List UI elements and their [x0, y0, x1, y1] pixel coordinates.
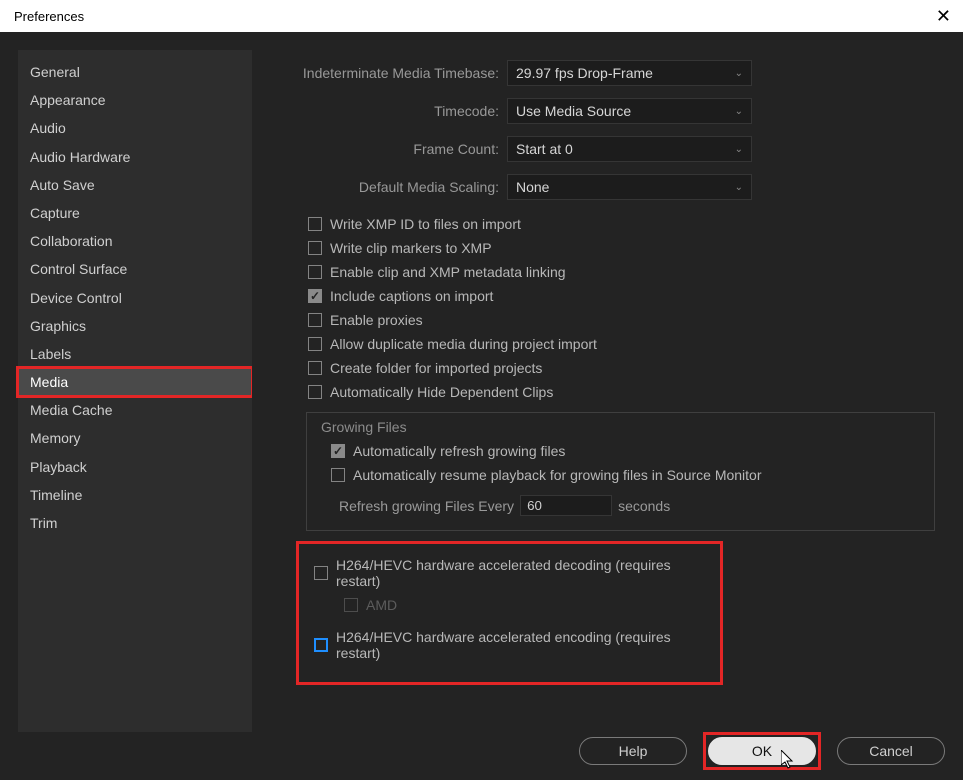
- footer: Help OK Cancel: [579, 734, 945, 768]
- dropdown-timebase-value: 29.97 fps Drop-Frame: [516, 65, 653, 81]
- sidebar-item-media-cache[interactable]: Media Cache: [18, 396, 252, 424]
- check-enable-link[interactable]: Enable clip and XMP metadata linking: [252, 260, 945, 284]
- row-scaling: Default Media Scaling: None ⌄: [252, 174, 945, 200]
- checkbox-icon[interactable]: [308, 265, 322, 279]
- sidebar-item-auto-save[interactable]: Auto Save: [18, 171, 252, 199]
- check-auto-refresh[interactable]: Automatically refresh growing files: [317, 439, 924, 463]
- sidebar-item-labels[interactable]: Labels: [18, 340, 252, 368]
- chevron-down-icon: ⌄: [735, 144, 743, 155]
- checkbox-icon[interactable]: [308, 337, 322, 351]
- growing-files-fieldset: Growing Files Automatically refresh grow…: [306, 412, 935, 531]
- check-hide-deps-label: Automatically Hide Dependent Clips: [330, 384, 553, 400]
- check-proxies-label: Enable proxies: [330, 312, 423, 328]
- check-create-folder-label: Create folder for imported projects: [330, 360, 542, 376]
- sidebar-item-graphics[interactable]: Graphics: [18, 312, 252, 340]
- titlebar: Preferences ✕: [0, 0, 963, 32]
- label-framecount: Frame Count:: [252, 141, 507, 157]
- checkbox-icon[interactable]: [308, 289, 322, 303]
- dropdown-framecount-value: Start at 0: [516, 141, 573, 157]
- checkbox-icon[interactable]: [331, 468, 345, 482]
- window-title: Preferences: [14, 9, 84, 24]
- chevron-down-icon: ⌄: [735, 68, 743, 79]
- checkbox-icon[interactable]: [308, 361, 322, 375]
- refresh-label-pre: Refresh growing Files Every: [339, 498, 514, 514]
- growing-files-legend: Growing Files: [317, 419, 924, 435]
- sidebar-item-device-control[interactable]: Device Control: [18, 284, 252, 312]
- main-panel: Indeterminate Media Timebase: 29.97 fps …: [252, 50, 945, 732]
- sidebar-item-capture[interactable]: Capture: [18, 199, 252, 227]
- check-xmp-id[interactable]: Write XMP ID to files on import: [252, 212, 945, 236]
- check-auto-refresh-label: Automatically refresh growing files: [353, 443, 565, 459]
- sidebar-item-playback[interactable]: Playback: [18, 453, 252, 481]
- check-create-folder[interactable]: Create folder for imported projects: [252, 356, 945, 380]
- sidebar-item-audio[interactable]: Audio: [18, 114, 252, 142]
- refresh-label-post: seconds: [618, 498, 670, 514]
- check-proxies[interactable]: Enable proxies: [252, 308, 945, 332]
- sidebar-item-audio-hardware[interactable]: Audio Hardware: [18, 143, 252, 171]
- checkbox-icon[interactable]: [314, 566, 328, 580]
- check-hw-amd: AMD: [304, 593, 715, 617]
- check-clip-markers[interactable]: Write clip markers to XMP: [252, 236, 945, 260]
- check-captions-label: Include captions on import: [330, 288, 493, 304]
- checkbox-icon: [344, 598, 358, 612]
- row-timebase: Indeterminate Media Timebase: 29.97 fps …: [252, 60, 945, 86]
- help-button[interactable]: Help: [579, 737, 687, 765]
- close-icon[interactable]: ✕: [936, 6, 951, 27]
- sidebar-item-timeline[interactable]: Timeline: [18, 481, 252, 509]
- label-scaling: Default Media Scaling:: [252, 179, 507, 195]
- check-captions[interactable]: Include captions on import: [252, 284, 945, 308]
- sidebar-item-collaboration[interactable]: Collaboration: [18, 227, 252, 255]
- dropdown-timebase[interactable]: 29.97 fps Drop-Frame ⌄: [507, 60, 752, 86]
- sidebar: GeneralAppearanceAudioAudio HardwareAuto…: [18, 50, 252, 732]
- dropdown-scaling-value: None: [516, 179, 549, 195]
- sidebar-item-general[interactable]: General: [18, 58, 252, 86]
- label-timecode: Timecode:: [252, 103, 507, 119]
- dropdown-timecode-value: Use Media Source: [516, 103, 631, 119]
- check-enable-link-label: Enable clip and XMP metadata linking: [330, 264, 566, 280]
- checkbox-icon[interactable]: [308, 313, 322, 327]
- dropdown-framecount[interactable]: Start at 0 ⌄: [507, 136, 752, 162]
- check-dup-media-label: Allow duplicate media during project imp…: [330, 336, 597, 352]
- sidebar-item-media[interactable]: Media: [18, 368, 252, 396]
- cancel-button[interactable]: Cancel: [837, 737, 945, 765]
- check-xmp-id-label: Write XMP ID to files on import: [330, 216, 521, 232]
- check-hw-amd-label: AMD: [366, 597, 397, 613]
- checkbox-icon[interactable]: [308, 385, 322, 399]
- label-timebase: Indeterminate Media Timebase:: [252, 65, 507, 81]
- check-clip-markers-label: Write clip markers to XMP: [330, 240, 492, 256]
- check-hw-encode[interactable]: H264/HEVC hardware accelerated encoding …: [304, 625, 715, 665]
- checkbox-icon[interactable]: [331, 444, 345, 458]
- row-timecode: Timecode: Use Media Source ⌄: [252, 98, 945, 124]
- sidebar-item-memory[interactable]: Memory: [18, 424, 252, 452]
- checkbox-icon[interactable]: [314, 638, 328, 652]
- ok-button[interactable]: OK: [708, 737, 816, 765]
- content-area: GeneralAppearanceAudioAudio HardwareAuto…: [0, 32, 963, 732]
- refresh-interval-row: Refresh growing Files Every seconds: [317, 487, 924, 516]
- check-dup-media[interactable]: Allow duplicate media during project imp…: [252, 332, 945, 356]
- refresh-interval-input[interactable]: [520, 495, 612, 516]
- ok-button-highlight: OK: [705, 734, 819, 768]
- sidebar-item-control-surface[interactable]: Control Surface: [18, 255, 252, 283]
- check-hide-deps[interactable]: Automatically Hide Dependent Clips: [252, 380, 945, 404]
- check-hw-decode[interactable]: H264/HEVC hardware accelerated decoding …: [304, 553, 715, 593]
- sidebar-item-trim[interactable]: Trim: [18, 509, 252, 537]
- chevron-down-icon: ⌄: [735, 106, 743, 117]
- dropdown-scaling[interactable]: None ⌄: [507, 174, 752, 200]
- check-auto-resume-label: Automatically resume playback for growin…: [353, 467, 762, 483]
- hw-accel-section: H264/HEVC hardware accelerated decoding …: [298, 543, 721, 683]
- dropdown-timecode[interactable]: Use Media Source ⌄: [507, 98, 752, 124]
- cursor-icon: [781, 750, 797, 770]
- row-framecount: Frame Count: Start at 0 ⌄: [252, 136, 945, 162]
- chevron-down-icon: ⌄: [735, 182, 743, 193]
- check-hw-encode-label: H264/HEVC hardware accelerated encoding …: [336, 629, 715, 661]
- checkbox-icon[interactable]: [308, 241, 322, 255]
- sidebar-item-appearance[interactable]: Appearance: [18, 86, 252, 114]
- checkbox-icon[interactable]: [308, 217, 322, 231]
- check-hw-decode-label: H264/HEVC hardware accelerated decoding …: [336, 557, 715, 589]
- check-auto-resume[interactable]: Automatically resume playback for growin…: [317, 463, 924, 487]
